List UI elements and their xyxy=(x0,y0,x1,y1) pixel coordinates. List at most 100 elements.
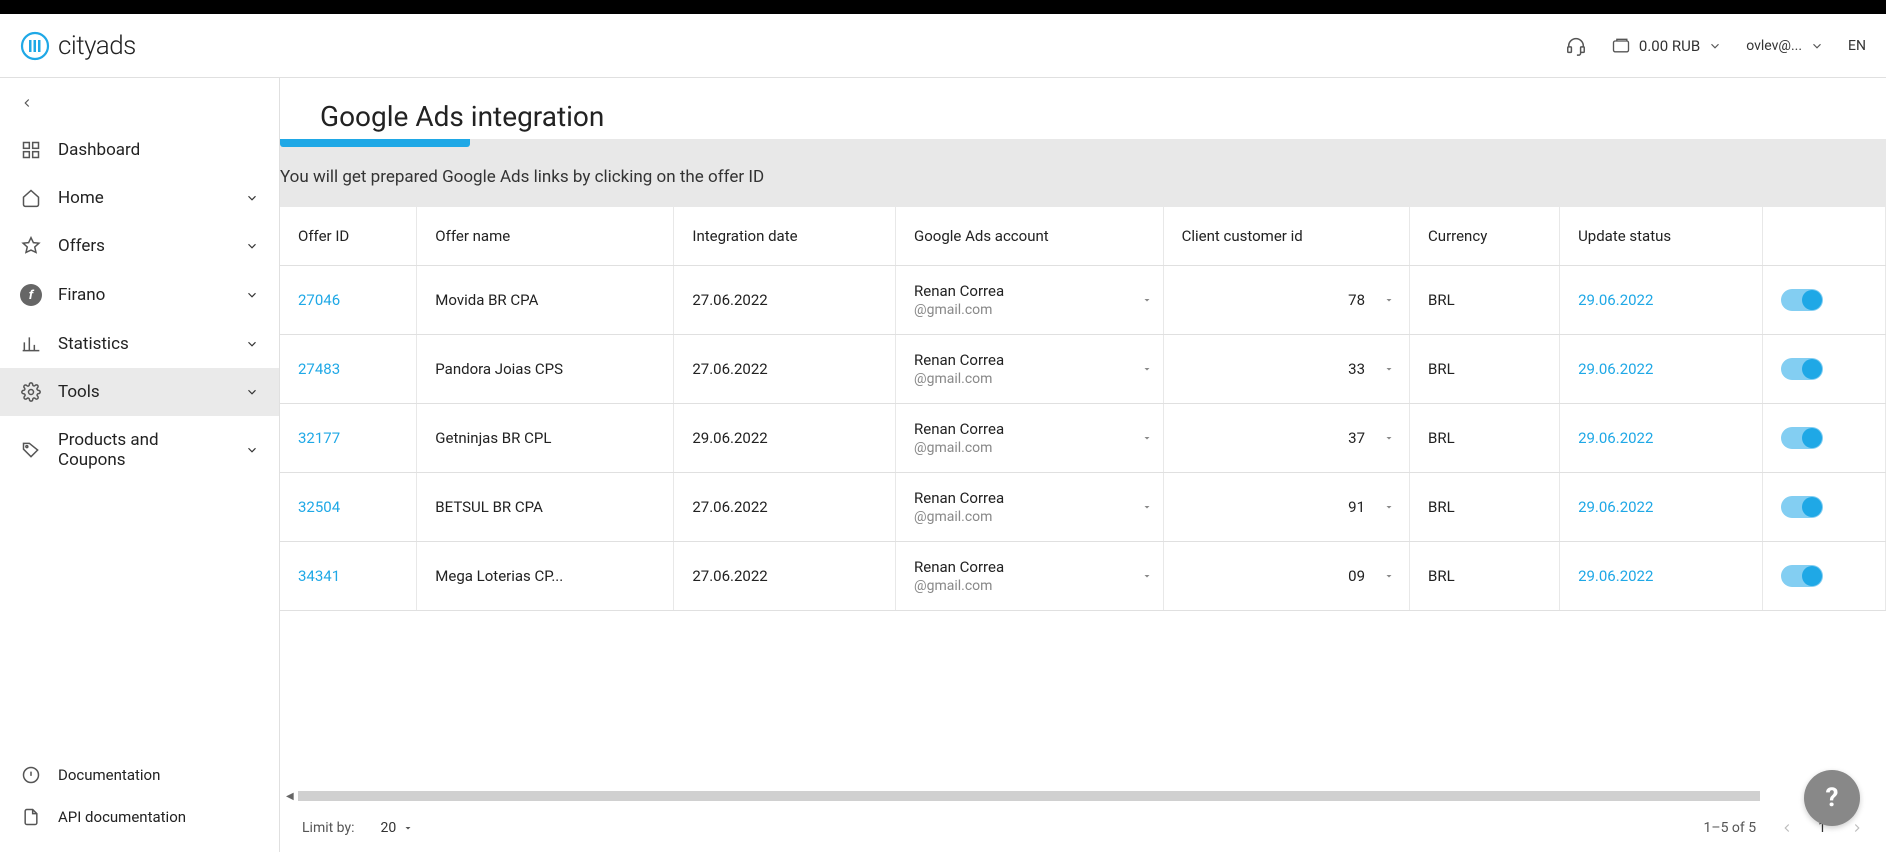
sidebar-item-label: Products and Coupons xyxy=(58,430,229,470)
update-status-link[interactable]: 29.06.2022 xyxy=(1578,567,1653,585)
status-toggle[interactable] xyxy=(1781,289,1823,311)
info-text: You will get prepared Google Ads links b… xyxy=(280,167,1886,207)
currency-cell: BRL xyxy=(1410,473,1560,542)
statistics-icon xyxy=(20,334,42,354)
toggle-cell xyxy=(1762,335,1885,404)
balance-value: 0.00 RUB xyxy=(1639,37,1700,55)
offer-id-cell: 27046 xyxy=(280,266,417,335)
column-header: Offer ID xyxy=(280,207,417,266)
balance-dropdown[interactable]: 0.00 RUB xyxy=(1611,36,1722,56)
offer-id-link[interactable]: 32177 xyxy=(298,429,340,447)
google-ads-account-cell: Renan Correa@gmail.com xyxy=(896,404,1164,473)
update-status-link[interactable]: 29.06.2022 xyxy=(1578,498,1653,516)
help-button[interactable]: ? xyxy=(1804,770,1860,826)
customer-id-dropdown[interactable] xyxy=(1383,363,1395,375)
client-customer-id-value: 37 xyxy=(1348,429,1365,447)
scrollbar-thumb[interactable] xyxy=(298,791,1760,801)
status-toggle[interactable] xyxy=(1781,358,1823,380)
status-toggle[interactable] xyxy=(1781,427,1823,449)
sidebar-item-label: API documentation xyxy=(58,808,259,826)
integration-date-cell: 27.06.2022 xyxy=(674,473,896,542)
toggle-cell xyxy=(1762,473,1885,542)
sidebar: Dashboard HomeOffers f Firano Statistics Tool… xyxy=(0,78,280,852)
account-email: @gmail.com xyxy=(914,578,1145,594)
client-customer-id-cell: 91 xyxy=(1163,473,1409,542)
products-icon xyxy=(20,440,42,460)
offer-name-cell: Pandora Joias CPS xyxy=(417,335,674,404)
offer-id-link[interactable]: 34341 xyxy=(298,567,340,585)
account-dropdown[interactable] xyxy=(1141,294,1153,306)
currency-cell: BRL xyxy=(1410,266,1560,335)
currency-cell: BRL xyxy=(1410,542,1560,611)
sidebar-item-statistics[interactable]: Statistics xyxy=(0,320,279,368)
headset-icon[interactable] xyxy=(1565,35,1587,57)
sidebar-item-label: Dashboard xyxy=(58,140,259,160)
offer-id-link[interactable]: 27046 xyxy=(298,291,340,309)
sidebar-collapse-button[interactable] xyxy=(0,96,279,126)
pagination-range: 1–5 of 5 xyxy=(1704,820,1757,836)
account-dropdown[interactable] xyxy=(1141,363,1153,375)
sidebar-item-home[interactable]: Home xyxy=(0,174,279,222)
update-status-cell: 29.06.2022 xyxy=(1560,473,1763,542)
status-toggle[interactable] xyxy=(1781,496,1823,518)
sidebar-item-label: Tools xyxy=(58,382,229,402)
prev-page-button[interactable] xyxy=(1780,821,1794,835)
column-header xyxy=(1762,207,1885,266)
sidebar-item-products-and-coupons[interactable]: Products and Coupons xyxy=(0,416,279,484)
table-footer: Limit by: 20 1–5 of 5 1 xyxy=(280,804,1886,852)
firano-icon: f xyxy=(20,284,42,306)
column-header: Google Ads account xyxy=(896,207,1164,266)
google-ads-account-cell: Renan Correa@gmail.com xyxy=(896,266,1164,335)
offer-id-cell: 27483 xyxy=(280,335,417,404)
offer-id-link[interactable]: 27483 xyxy=(298,360,340,378)
chevron-down-icon xyxy=(1708,39,1722,53)
limit-selector[interactable]: 20 xyxy=(380,820,414,836)
offer-name-cell: Movida BR CPA xyxy=(417,266,674,335)
account-email: @gmail.com xyxy=(914,302,1145,318)
account-dropdown[interactable] xyxy=(1141,501,1153,513)
sidebar-item-tools[interactable]: Tools xyxy=(0,368,279,416)
account-dropdown[interactable] xyxy=(1141,570,1153,582)
sidebar-item-firano[interactable]: f Firano xyxy=(0,270,279,320)
offer-id-link[interactable]: 32504 xyxy=(298,498,340,516)
column-header: Offer name xyxy=(417,207,674,266)
google-ads-account-cell: Renan Correa@gmail.com xyxy=(896,542,1164,611)
chevron-down-icon xyxy=(245,191,259,205)
home-icon xyxy=(20,188,42,208)
update-status-link[interactable]: 29.06.2022 xyxy=(1578,291,1653,309)
client-customer-id-value: 09 xyxy=(1348,567,1365,585)
next-page-button[interactable] xyxy=(1850,821,1864,835)
client-customer-id-cell: 09 xyxy=(1163,542,1409,611)
customer-id-dropdown[interactable] xyxy=(1383,432,1395,444)
chevron-down-icon xyxy=(245,385,259,399)
toggle-cell xyxy=(1762,542,1885,611)
customer-id-dropdown[interactable] xyxy=(1383,570,1395,582)
client-customer-id-value: 78 xyxy=(1348,291,1365,309)
sidebar-item-offers[interactable]: Offers xyxy=(0,222,279,270)
account-email: @gmail.com xyxy=(914,509,1145,525)
horizontal-scrollbar[interactable]: ◀ xyxy=(280,788,1886,804)
logo[interactable]: cityads xyxy=(20,31,136,61)
caret-down-icon xyxy=(402,822,414,834)
google-ads-account-cell: Renan Correa@gmail.com xyxy=(896,473,1164,542)
customer-id-dropdown[interactable] xyxy=(1383,294,1395,306)
client-customer-id-value: 33 xyxy=(1348,360,1365,378)
update-status-link[interactable]: 29.06.2022 xyxy=(1578,360,1653,378)
user-email: ovlev@... xyxy=(1746,38,1802,54)
sidebar-item-dashboard[interactable]: Dashboard xyxy=(0,126,279,174)
toggle-cell xyxy=(1762,266,1885,335)
sidebar-footer-api-documentation[interactable]: API documentation xyxy=(0,796,279,838)
scroll-left-icon: ◀ xyxy=(286,791,294,802)
update-status-link[interactable]: 29.06.2022 xyxy=(1578,429,1653,447)
sidebar-item-label: Firano xyxy=(58,285,229,305)
google-ads-account-cell: Renan Correa@gmail.com xyxy=(896,335,1164,404)
client-customer-id-cell: 33 xyxy=(1163,335,1409,404)
status-toggle[interactable] xyxy=(1781,565,1823,587)
customer-id-dropdown[interactable] xyxy=(1383,501,1395,513)
logo-text: cityads xyxy=(58,31,136,61)
user-dropdown[interactable]: ovlev@... xyxy=(1746,38,1824,54)
language-selector[interactable]: EN xyxy=(1848,38,1866,54)
sidebar-footer-documentation[interactable]: Documentation xyxy=(0,754,279,796)
table-row: 27046Movida BR CPA27.06.2022Renan Correa… xyxy=(280,266,1886,335)
account-dropdown[interactable] xyxy=(1141,432,1153,444)
